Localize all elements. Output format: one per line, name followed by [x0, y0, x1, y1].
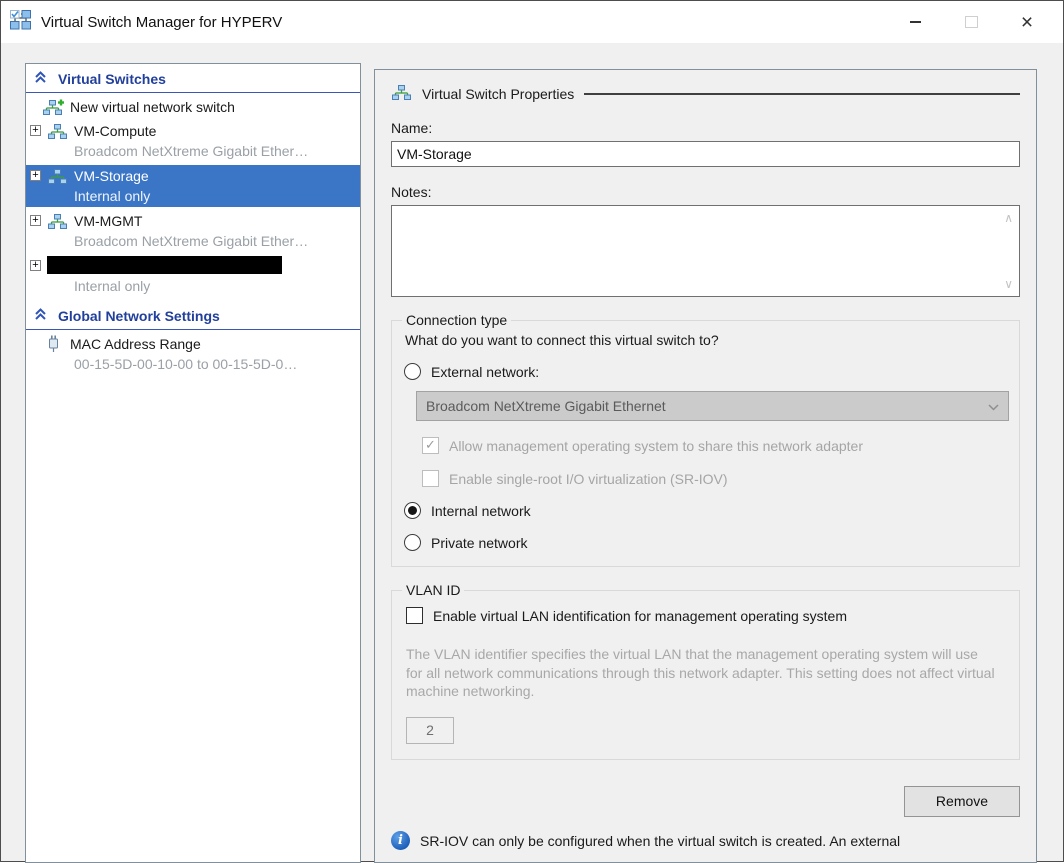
expand-plus-icon[interactable]: + [30, 170, 41, 181]
private-network-label: Private network [431, 535, 527, 551]
redaction-bar [47, 256, 282, 274]
internal-network-option[interactable]: Internal network [402, 502, 1009, 519]
private-network-option[interactable]: Private network [402, 534, 1009, 551]
section-header-label: Global Network Settings [58, 308, 220, 324]
tree-item-label: VM-Storage [74, 168, 149, 184]
expand-plus-icon[interactable]: + [30, 215, 41, 226]
window-controls: × [887, 1, 1063, 43]
checkbox-checked-icon: ✓ [422, 437, 439, 454]
sriov-label: Enable single-root I/O virtualization (S… [449, 471, 728, 487]
adapter-dropdown-value: Broadcom NetXtreme Gigabit Ethernet [426, 398, 666, 414]
dialog-client-area: Virtual Switches [1, 43, 1063, 861]
tree-item-subtitle: Broadcom NetXtreme Gigabit Ether… [26, 231, 360, 252]
virtual-switch-icon [47, 213, 68, 229]
properties-panel: Virtual Switch Properties Name: Notes: ∧… [374, 69, 1037, 863]
expand-plus-icon[interactable]: + [30, 125, 41, 136]
expand-plus-icon[interactable]: + [30, 260, 41, 271]
scroll-up-icon[interactable]: ∧ [1004, 211, 1013, 225]
tree-item-new-virtual-network-switch[interactable]: New virtual network switch [26, 96, 360, 117]
virtual-switches-section-header[interactable]: Virtual Switches [26, 67, 360, 93]
info-icon: i [391, 831, 410, 850]
switch-tree-panel: Virtual Switches [25, 63, 361, 863]
name-input[interactable] [391, 141, 1020, 167]
notes-textarea[interactable]: ∧ ∨ [391, 205, 1020, 297]
checkbox-unchecked-icon [422, 470, 439, 487]
tree-item-label: MAC Address Range [70, 336, 201, 352]
network-adapter-icon [47, 335, 60, 352]
close-icon: × [1021, 12, 1033, 33]
vlan-description: The VLAN identifier specifies the virtua… [406, 645, 996, 701]
sriov-info-text: SR-IOV can only be configured when the v… [420, 831, 900, 849]
minimize-button[interactable] [887, 1, 943, 43]
collapse-chevrons-icon [34, 308, 47, 324]
remove-button-row: Remove [391, 786, 1020, 817]
notes-label: Notes: [391, 184, 1020, 200]
connection-type-group: Connection type What do you want to conn… [391, 312, 1020, 567]
virtual-switch-manager-window: Virtual Switch Manager for HYPERV × Virt… [0, 0, 1064, 862]
radio-external-icon[interactable] [404, 363, 421, 380]
internal-network-label: Internal network [431, 503, 531, 519]
external-network-option[interactable]: External network: [402, 363, 1009, 380]
global-network-settings-header[interactable]: Global Network Settings [26, 304, 360, 330]
virtual-switch-icon [47, 123, 68, 139]
maximize-button[interactable] [943, 1, 999, 43]
section-header-label: Virtual Switches [58, 71, 166, 87]
tree-item-label: VM-Compute [74, 123, 156, 139]
allow-management-option: ✓ Allow management operating system to s… [422, 437, 1009, 454]
scroll-down-icon[interactable]: ∨ [1004, 277, 1013, 291]
connection-question: What do you want to connect this virtual… [402, 332, 1009, 348]
tree-item-vm-mgmt[interactable]: + VM-MGMT Broadcom N [26, 210, 360, 252]
virtual-switch-icon [47, 168, 68, 184]
tree-item-subtitle: Internal only [26, 276, 360, 297]
app-icon [10, 10, 32, 35]
allow-management-label: Allow management operating system to sha… [449, 438, 863, 454]
vlan-id-input [406, 717, 454, 744]
chevron-down-icon [988, 398, 999, 414]
tree-item-subtitle: Internal only [26, 186, 360, 207]
tree-item-label: New virtual network switch [70, 99, 235, 115]
tree-item-vm-storage-selected[interactable]: + VM-Storage Interna [26, 165, 360, 207]
titlebar: Virtual Switch Manager for HYPERV × [1, 1, 1063, 43]
checkbox-unchecked-icon[interactable] [406, 607, 423, 624]
tree-item-label: VM-MGMT [74, 213, 142, 229]
vlan-id-group: VLAN ID Enable virtual LAN identificatio… [391, 582, 1020, 760]
tree-item-subtitle: 00-15-5D-00-10-00 to 00-15-5D-0… [26, 354, 360, 375]
maximize-icon [965, 16, 978, 28]
new-switch-icon [43, 99, 64, 115]
name-label: Name: [391, 120, 1020, 136]
adapter-dropdown: Broadcom NetXtreme Gigabit Ethernet [416, 391, 1009, 421]
properties-header: Virtual Switch Properties [391, 84, 1020, 103]
virtual-switch-icon [391, 84, 412, 103]
sriov-info-row: i SR-IOV can only be configured when the… [391, 831, 1020, 850]
collapse-chevrons-icon [34, 71, 47, 87]
minimize-icon [910, 21, 921, 23]
close-button[interactable]: × [999, 1, 1055, 43]
sriov-option: Enable single-root I/O virtualization (S… [422, 470, 1009, 487]
window-title: Virtual Switch Manager for HYPERV [41, 14, 282, 31]
enable-vlan-option[interactable]: Enable virtual LAN identification for ma… [406, 607, 1009, 624]
remove-button[interactable]: Remove [904, 786, 1020, 817]
tree-item-subtitle: Broadcom NetXtreme Gigabit Ether… [26, 141, 360, 162]
tree-item-vm-compute[interactable]: + VM-Compute Broadco [26, 120, 360, 162]
radio-private-icon[interactable] [404, 534, 421, 551]
tree-item-mac-address-range[interactable]: MAC Address Range 00-15-5D-00-10-00 to 0… [26, 333, 360, 375]
external-network-label: External network: [431, 364, 539, 380]
connection-type-legend: Connection type [402, 312, 511, 328]
tree-item-redacted-switch[interactable]: + Intern [26, 255, 360, 297]
enable-vlan-label: Enable virtual LAN identification for ma… [433, 608, 847, 624]
vlan-id-legend: VLAN ID [402, 582, 464, 598]
radio-internal-selected-icon[interactable] [404, 502, 421, 519]
header-rule [584, 93, 1020, 95]
properties-title: Virtual Switch Properties [422, 86, 574, 102]
